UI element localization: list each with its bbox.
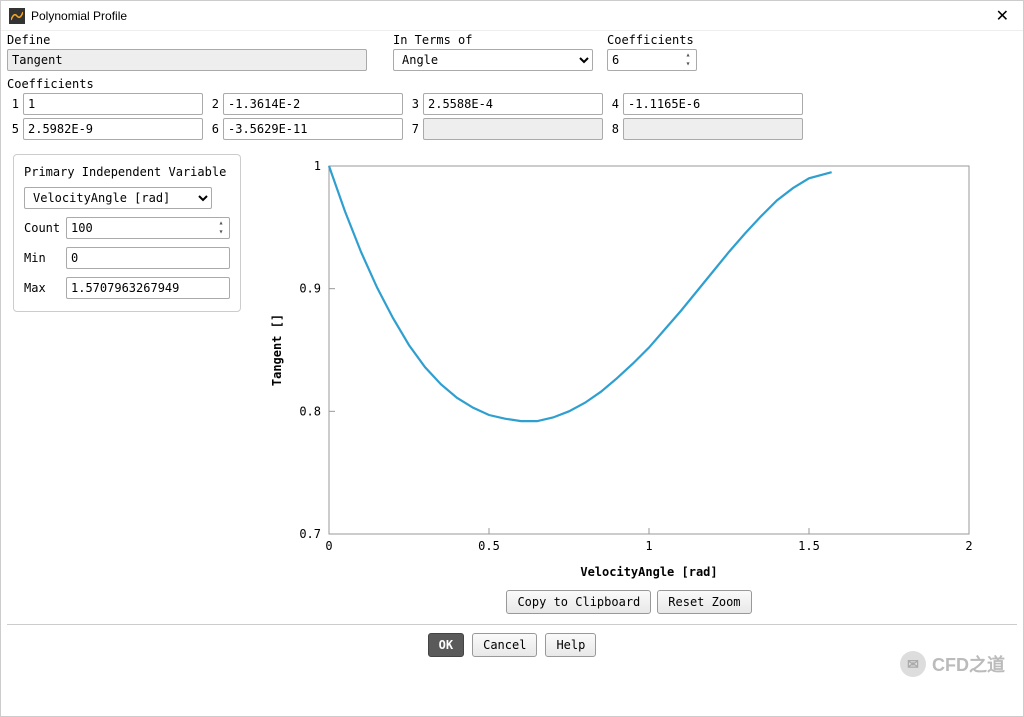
- svg-text:0.7: 0.7: [299, 527, 321, 541]
- count-spinner[interactable]: ▴▾: [214, 219, 228, 237]
- app-icon: [9, 8, 25, 24]
- count-field[interactable]: [66, 217, 230, 239]
- coefficients-label: Coefficients: [7, 77, 94, 91]
- coeff-index: 7: [407, 122, 419, 136]
- min-label: Min: [24, 251, 66, 265]
- svg-text:0.9: 0.9: [299, 282, 321, 296]
- svg-text:2: 2: [965, 539, 972, 553]
- svg-text:VelocityAngle [rad]: VelocityAngle [rad]: [580, 565, 717, 579]
- coeff-5-field[interactable]: [23, 118, 203, 140]
- define-label: Define: [7, 33, 393, 47]
- coeff-index: 4: [607, 97, 619, 111]
- coeff-index: 5: [7, 122, 19, 136]
- coeff-index: 1: [7, 97, 19, 111]
- coeff-count-spinner[interactable]: ▴▾: [681, 51, 695, 69]
- svg-text:0: 0: [325, 539, 332, 553]
- max-label: Max: [24, 281, 66, 295]
- coeff-1-field[interactable]: [23, 93, 203, 115]
- in-terms-of-select[interactable]: Angle: [393, 49, 593, 71]
- dialog-footer: OK Cancel Help: [7, 633, 1017, 665]
- ok-button[interactable]: OK: [428, 633, 464, 657]
- svg-text:1: 1: [314, 159, 321, 173]
- define-field[interactable]: [7, 49, 367, 71]
- profile-chart[interactable]: 0 0.5 1 1.5 2 0.7 0.8 0.9 1 VelocityAngle [rad] Ta…: [259, 154, 999, 584]
- svg-text:1: 1: [645, 539, 652, 553]
- coeff-2-field[interactable]: [223, 93, 403, 115]
- coeff-3-field[interactable]: [423, 93, 603, 115]
- cancel-button[interactable]: Cancel: [472, 633, 537, 657]
- reset-zoom-button[interactable]: Reset Zoom: [657, 590, 751, 614]
- min-field[interactable]: [66, 247, 230, 269]
- primary-variable-select[interactable]: VelocityAngle [rad]: [24, 187, 212, 209]
- max-field[interactable]: [66, 277, 230, 299]
- primary-variable-panel: Primary Independent Variable VelocityAng…: [13, 154, 241, 312]
- svg-text:0.5: 0.5: [478, 539, 500, 553]
- svg-text:1.5: 1.5: [798, 539, 820, 553]
- window-title: Polynomial Profile: [31, 9, 990, 23]
- coeff-7-field: [423, 118, 603, 140]
- svg-text:0.8: 0.8: [299, 404, 321, 418]
- coefficients-grid: 1 2 3 4 5 6 7 8: [7, 93, 1017, 140]
- coeff-index: 6: [207, 122, 219, 136]
- coeff-8-field: [623, 118, 803, 140]
- svg-text:Tangent []: Tangent []: [270, 314, 284, 386]
- close-icon[interactable]: ✕: [990, 6, 1015, 26]
- coeff-index: 8: [607, 122, 619, 136]
- coeff-6-field[interactable]: [223, 118, 403, 140]
- count-label: Count: [24, 221, 66, 235]
- primary-variable-title: Primary Independent Variable: [24, 165, 226, 179]
- titlebar: Polynomial Profile ✕: [1, 1, 1023, 31]
- separator: [7, 624, 1017, 625]
- coeff-count-label: Coefficients: [607, 33, 727, 47]
- coeff-4-field[interactable]: [623, 93, 803, 115]
- help-button[interactable]: Help: [545, 633, 596, 657]
- copy-to-clipboard-button[interactable]: Copy to Clipboard: [506, 590, 651, 614]
- coeff-index: 2: [207, 97, 219, 111]
- coeff-index: 3: [407, 97, 419, 111]
- in-terms-of-label: In Terms of: [393, 33, 607, 47]
